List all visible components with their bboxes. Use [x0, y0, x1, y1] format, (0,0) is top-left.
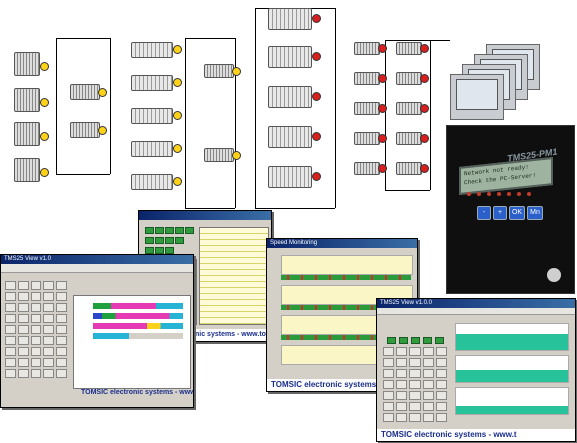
machine-icon [268, 8, 312, 30]
machine-icon [131, 141, 173, 157]
ok-button[interactable]: OK [509, 206, 525, 220]
toolbar [377, 308, 575, 315]
toolbar [1, 264, 193, 273]
machine-icon [396, 132, 422, 145]
status-bar [93, 303, 183, 309]
machine-icon [268, 166, 312, 188]
status-dot-icon [378, 44, 387, 53]
speed-trace [281, 255, 413, 275]
status-dot-icon [173, 144, 182, 153]
speed-chart [455, 323, 569, 351]
timeline-panel [73, 295, 191, 389]
lcd-display: Network not ready! Check the PC-Server! [459, 157, 553, 195]
status-dot-icon [173, 78, 182, 87]
view-window[interactable]: TMS25 View v1.0.0 TOMSIC electronic syst… [376, 298, 576, 442]
status-dot-icon [232, 151, 241, 160]
plus-button[interactable]: + [493, 206, 507, 220]
machine-icon [131, 108, 173, 124]
machine-icon [268, 86, 312, 108]
status-dot-icon [98, 126, 107, 135]
machine-icon [268, 46, 312, 68]
status-dot-icon [378, 164, 387, 173]
machine-icon [354, 42, 380, 55]
led-indicator [517, 192, 521, 196]
status-dot-icon [312, 92, 321, 101]
window-titlebar[interactable] [139, 211, 271, 220]
status-dot-icon [312, 132, 321, 141]
machine-button-grid[interactable] [5, 281, 67, 378]
machine-icon [354, 132, 380, 145]
machine-icon [204, 64, 234, 78]
status-dot-icon [312, 14, 321, 23]
machine-icon [204, 148, 234, 162]
brand-logo-icon [547, 268, 561, 282]
status-dot-icon [232, 67, 241, 76]
machine-icon [396, 42, 422, 55]
led-indicator [497, 192, 501, 196]
led-indicator [487, 192, 491, 196]
monitor-icon [450, 74, 504, 120]
status-dot-icon [98, 88, 107, 97]
status-dot-icon [312, 172, 321, 181]
status-dot-icon [378, 74, 387, 83]
machine-icon [131, 42, 173, 58]
status-dot-icon [40, 168, 49, 177]
status-dot-icon [173, 177, 182, 186]
status-dot-icon [173, 45, 182, 54]
machine-icon [396, 102, 422, 115]
status-bar [93, 313, 183, 319]
machine-icon [131, 75, 173, 91]
menu-button[interactable]: Mn [527, 206, 543, 220]
machine-icon [354, 72, 380, 85]
machine-icon [396, 162, 422, 175]
window-footer: TOMSIC electronic systems - www.tomsic.f… [81, 389, 194, 396]
window-titlebar[interactable]: TMS25 View v1.0 [1, 255, 193, 264]
status-dot-icon [40, 98, 49, 107]
status-dot-icon [420, 74, 429, 83]
speed-chart [455, 355, 569, 383]
speed-chart [455, 387, 569, 415]
status-dot-icon [420, 44, 429, 53]
led-indicator [477, 192, 481, 196]
led-indicator [527, 192, 531, 196]
machine-icon [354, 162, 380, 175]
machine-icon [354, 102, 380, 115]
machine-icon [396, 72, 422, 85]
machine-icon [268, 126, 312, 148]
machine-icon [70, 122, 100, 138]
machine-icon [14, 158, 40, 182]
status-strip [281, 275, 411, 280]
status-dot-icon [40, 132, 49, 141]
control-terminal: TMS25-PM1 Network not ready! Check the P… [446, 125, 575, 294]
machine-icon [14, 88, 40, 112]
status-dot-icon [420, 104, 429, 113]
led-indicator [507, 192, 511, 196]
machine-icon [14, 52, 40, 76]
window-titlebar[interactable]: Speed Monitoring [267, 239, 417, 248]
status-dot-icon [420, 134, 429, 143]
status-dot-icon [312, 52, 321, 61]
machine-icon [14, 122, 40, 146]
main-window[interactable]: TMS25 View v1.0 TOMSIC electronic system… [0, 254, 194, 408]
status-dot-icon [420, 164, 429, 173]
led-indicator [467, 192, 471, 196]
window-titlebar[interactable]: TMS25 View v1.0.0 [377, 299, 575, 308]
machine-icon [131, 174, 173, 190]
machine-button-grid[interactable] [383, 347, 447, 422]
status-dot-icon [40, 62, 49, 71]
status-bar [93, 323, 183, 329]
status-dot-icon [378, 104, 387, 113]
production-table [199, 227, 269, 325]
status-dot-icon [173, 111, 182, 120]
minus-button[interactable]: - [477, 206, 491, 220]
status-bar [93, 333, 183, 339]
window-footer: TOMSIC electronic systems - www.t [377, 429, 575, 441]
status-dot-icon [378, 134, 387, 143]
machine-icon [70, 84, 100, 100]
